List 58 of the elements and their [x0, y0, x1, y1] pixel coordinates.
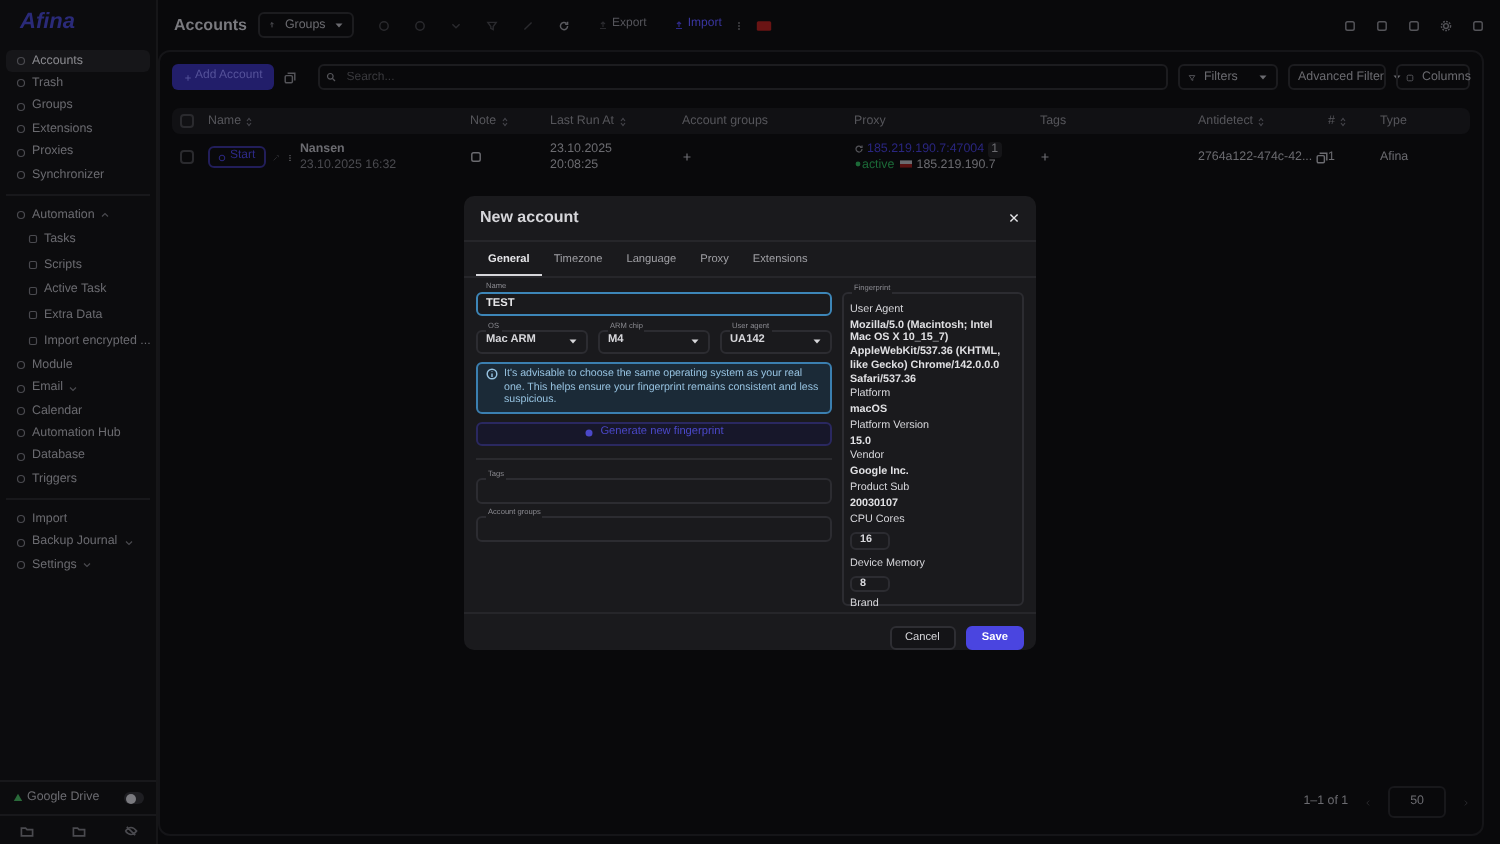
nav-icon [16, 55, 26, 66]
nav-icon [16, 514, 26, 525]
close-icon[interactable] [1008, 212, 1020, 224]
info-icon [486, 367, 498, 380]
nav-icon [16, 451, 26, 462]
copy-icon[interactable] [284, 71, 297, 83]
nav-icon [16, 383, 26, 393]
chevron-icon[interactable] [82, 560, 93, 571]
search-icon [326, 72, 337, 82]
refresh-icon[interactable] [854, 144, 864, 155]
dialog-title: New account [480, 208, 579, 228]
nav-icon [16, 360, 26, 371]
folder-icon[interactable] [71, 824, 85, 838]
chevron-icon[interactable] [100, 210, 111, 221]
plus-icon[interactable] [682, 152, 692, 162]
nav-icon [28, 234, 38, 245]
nav-icon [16, 474, 26, 485]
drive-icon [12, 792, 24, 805]
eye-off-icon[interactable] [123, 824, 137, 838]
chevron-icon[interactable] [123, 537, 134, 548]
filter-icon [1188, 73, 1196, 81]
folder-icon[interactable] [19, 824, 33, 838]
nav-icon [16, 101, 26, 112]
caret-icon [690, 336, 700, 347]
app-logo: Afina [17, 8, 77, 38]
nav-icon [28, 285, 38, 296]
flag-icon[interactable] [755, 17, 772, 33]
row-checkbox[interactable] [180, 150, 194, 164]
caret-icon [1392, 72, 1402, 82]
nav-icon [16, 405, 26, 416]
nav-icon [16, 169, 26, 180]
chevron-left-icon[interactable] [1364, 797, 1373, 808]
select-all-checkbox[interactable] [180, 114, 194, 128]
nav-icon [16, 147, 26, 157]
nav-icon [16, 560, 26, 571]
plus-icon[interactable] [1040, 152, 1050, 162]
caret-icon [812, 336, 822, 347]
nav-icon [16, 78, 26, 89]
flag-icon [897, 158, 914, 171]
caret-icon [568, 336, 578, 347]
toggle-switch[interactable] [124, 792, 144, 805]
settings-icon[interactable] [1440, 19, 1452, 31]
nav-icon [28, 336, 38, 347]
upload-icon [598, 20, 609, 30]
nav-icon [28, 310, 38, 321]
copy-icon[interactable] [1315, 151, 1328, 163]
nav-icon [16, 537, 26, 548]
refresh-icon[interactable] [558, 19, 571, 31]
nav-icon [16, 124, 26, 135]
page-title: Accounts [174, 15, 247, 35]
upload-icon [674, 20, 685, 30]
nav-icon [16, 210, 26, 221]
caret-icon [334, 20, 345, 30]
caret-icon [1258, 72, 1268, 82]
chevron-icon[interactable] [68, 383, 79, 393]
status-dot-icon [854, 160, 862, 169]
nav-icon [16, 428, 26, 439]
nav-icon [28, 260, 38, 271]
